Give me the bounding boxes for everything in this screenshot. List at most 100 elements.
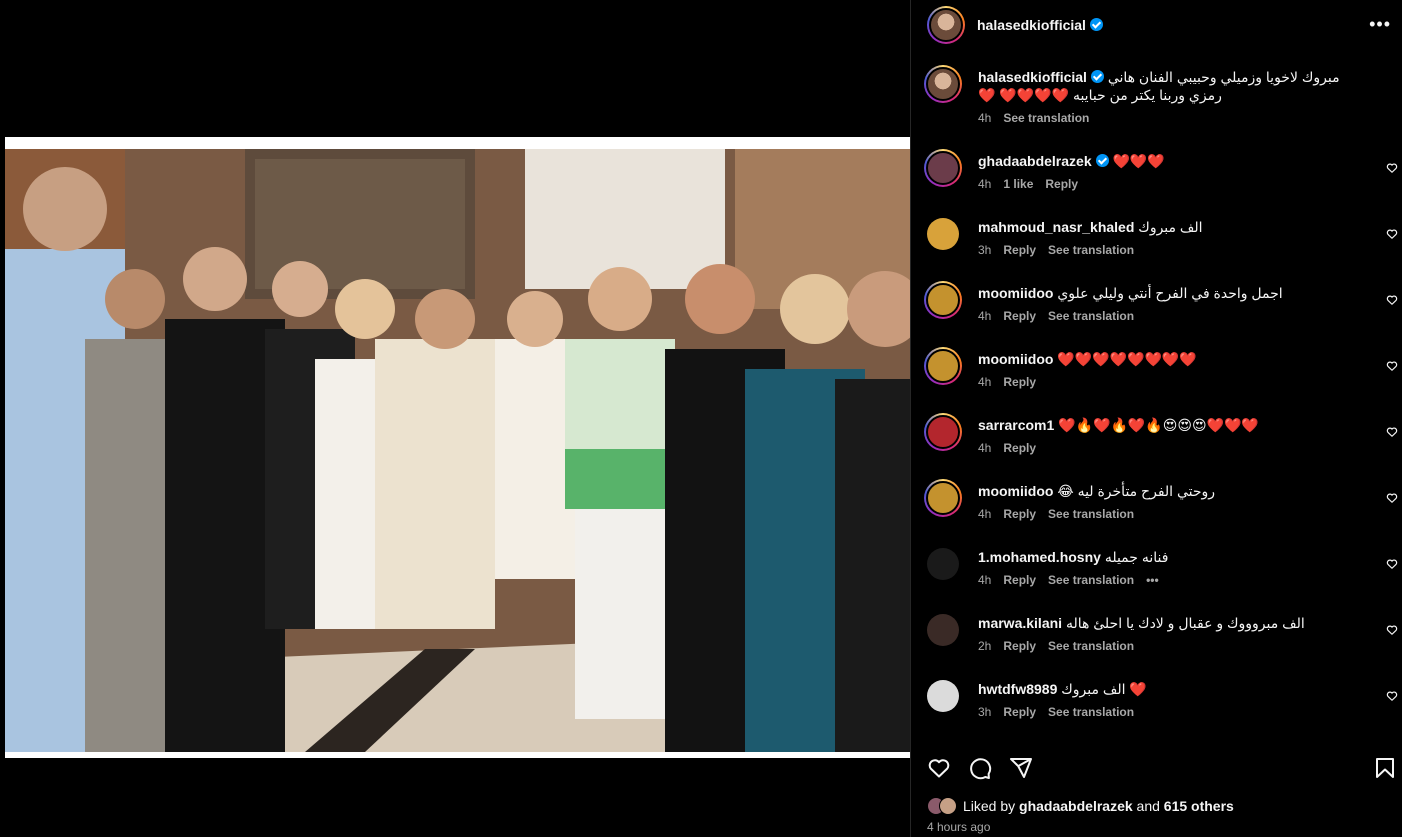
- comment-time: 2h: [978, 639, 992, 653]
- author-username[interactable]: halasedkiofficial: [977, 17, 1103, 33]
- see-translation-button[interactable]: See translation: [1048, 705, 1134, 719]
- comment-username[interactable]: mahmoud_nasr_khaled: [978, 219, 1134, 235]
- see-translation-button[interactable]: See translation: [1048, 243, 1134, 257]
- comment-avatar[interactable]: [927, 614, 959, 646]
- comment-avatar[interactable]: [924, 281, 962, 319]
- likes-text[interactable]: Liked by ghadaabdelrazek and 615 others: [963, 798, 1234, 814]
- comment-time: 4h: [978, 441, 992, 455]
- more-options-icon[interactable]: •••: [1369, 14, 1391, 35]
- post-photo[interactable]: [5, 149, 910, 752]
- comment-username[interactable]: 1.mohamed.hosny: [978, 549, 1101, 565]
- comment-body: الف مبروووك و عقبال و لادك يا احلئ هاله: [1065, 615, 1305, 631]
- comment-body: الف مبروك: [1138, 219, 1203, 235]
- comment-like-heart-icon[interactable]: [1386, 228, 1398, 240]
- comment-time: 4h: [978, 309, 992, 323]
- post-photo-frame: [5, 137, 910, 758]
- comment-like-heart-icon[interactable]: [1386, 360, 1398, 372]
- comment-likes[interactable]: 1 like: [1003, 177, 1033, 191]
- reply-button[interactable]: Reply: [1003, 705, 1036, 719]
- comment-avatar-image: [926, 415, 960, 449]
- comment-time: 4h: [978, 573, 992, 587]
- reply-button[interactable]: Reply: [1003, 441, 1036, 455]
- comment-text: moomiidoo اجمل واحدة في الفرح أنتي وليلي…: [978, 284, 1373, 302]
- see-translation-button[interactable]: See translation: [1048, 639, 1134, 653]
- comment-body: ❤️ الف مبروك: [1061, 681, 1147, 697]
- reply-button[interactable]: Reply: [1003, 375, 1036, 389]
- comment-username[interactable]: sarrarcom1: [978, 417, 1054, 433]
- comment-like-heart-icon[interactable]: [1386, 426, 1398, 438]
- see-translation-button[interactable]: See translation: [1048, 507, 1134, 521]
- comment-avatar[interactable]: [927, 680, 959, 712]
- reply-button[interactable]: Reply: [1003, 507, 1036, 521]
- reply-button[interactable]: Reply: [1003, 243, 1036, 257]
- liker-avatar: [939, 797, 957, 815]
- comment-username[interactable]: moomiidoo: [978, 351, 1053, 367]
- action-bar: [911, 748, 1402, 788]
- caption-meta: 4h See translation: [978, 111, 1373, 125]
- comment-time: 3h: [978, 243, 992, 257]
- reply-button[interactable]: Reply: [1045, 177, 1078, 191]
- comment-username[interactable]: marwa.kilani: [978, 615, 1062, 631]
- comment-username[interactable]: moomiidoo: [978, 483, 1053, 499]
- verified-badge-icon: [1090, 70, 1104, 83]
- comment-meta: 2h Reply See translation: [978, 639, 1373, 653]
- comment-body: روحتي الفرح متأخرة ليه 😂: [1057, 483, 1216, 499]
- comment-meta: 3h Reply See translation: [978, 243, 1373, 257]
- comment-icon[interactable]: [968, 756, 992, 780]
- comment-avatar[interactable]: [924, 479, 962, 517]
- media-area: [0, 0, 910, 837]
- comment-time: 3h: [978, 705, 992, 719]
- caption-time: 4h: [978, 111, 992, 125]
- comment-text: mahmoud_nasr_khaled الف مبروك: [978, 218, 1373, 236]
- comment-avatar[interactable]: [924, 347, 962, 385]
- comment-like-heart-icon[interactable]: [1386, 690, 1398, 702]
- comment-text: moomiidoo ❤️❤️❤️❤️❤️❤️❤️❤️: [978, 350, 1373, 368]
- caption-username[interactable]: halasedkiofficial: [978, 69, 1087, 85]
- share-icon[interactable]: [1009, 756, 1033, 780]
- comment-text: 1.mohamed.hosny فنانه جميله: [978, 548, 1373, 566]
- reply-button[interactable]: Reply: [1003, 573, 1036, 587]
- comment-like-heart-icon[interactable]: [1386, 558, 1398, 570]
- comment-time: 4h: [978, 375, 992, 389]
- comment-avatar[interactable]: [924, 413, 962, 451]
- see-translation-button[interactable]: See translation: [1003, 111, 1089, 125]
- caption-text: halasedkiofficial مبروك لاخويا وزميلي وح…: [978, 68, 1373, 104]
- comment-body: ❤️❤️❤️❤️❤️❤️❤️❤️: [1057, 351, 1197, 367]
- author-avatar[interactable]: [927, 6, 965, 44]
- comment-avatar-image: [926, 283, 960, 317]
- post-panel: halasedkiofficial ••• halasedkiofficial …: [910, 0, 1402, 837]
- bookmark-icon[interactable]: [1373, 756, 1397, 780]
- comment-avatar-image: [926, 151, 960, 185]
- likes-summary: Liked by ghadaabdelrazek and 615 others: [927, 797, 1234, 815]
- comment-more-options-icon[interactable]: •••: [1146, 573, 1159, 587]
- comment-like-heart-icon[interactable]: [1386, 162, 1398, 174]
- comment-meta: 3h Reply See translation: [978, 705, 1373, 719]
- comment-time: 4h: [978, 177, 992, 191]
- comment-like-heart-icon[interactable]: [1386, 294, 1398, 306]
- comment-username[interactable]: ghadaabdelrazek: [978, 153, 1092, 169]
- comment-body: ❤️🔥❤️🔥❤️🔥😍😍😍❤️❤️❤️: [1058, 417, 1259, 433]
- heart-icon[interactable]: [927, 756, 951, 780]
- likes-user[interactable]: ghadaabdelrazek: [1019, 798, 1133, 814]
- comment-username[interactable]: hwtdfw8989: [978, 681, 1057, 697]
- post-timestamp: 4 hours ago: [927, 820, 991, 834]
- comment-meta: 4h Reply See translation: [978, 507, 1373, 521]
- comment-avatar[interactable]: [927, 548, 959, 580]
- comment-meta: 4h 1 like Reply: [978, 177, 1373, 191]
- caption-avatar[interactable]: [924, 65, 962, 103]
- see-translation-button[interactable]: See translation: [1048, 309, 1134, 323]
- comment-username[interactable]: moomiidoo: [978, 285, 1053, 301]
- comment-text: ghadaabdelrazek ❤️❤️❤️: [978, 152, 1373, 170]
- comment-like-heart-icon[interactable]: [1386, 492, 1398, 504]
- comment-text: hwtdfw8989 ❤️ الف مبروك: [978, 680, 1373, 698]
- comment-avatar[interactable]: [924, 149, 962, 187]
- reply-button[interactable]: Reply: [1003, 639, 1036, 653]
- likes-others[interactable]: 615 others: [1164, 798, 1234, 814]
- reply-button[interactable]: Reply: [1003, 309, 1036, 323]
- comment-meta: 4h Reply: [978, 375, 1373, 389]
- comment-body: اجمل واحدة في الفرح أنتي وليلي علوي: [1057, 285, 1283, 301]
- comment-meta: 4h Reply: [978, 441, 1373, 455]
- see-translation-button[interactable]: See translation: [1048, 573, 1134, 587]
- comment-avatar[interactable]: [927, 218, 959, 250]
- comment-like-heart-icon[interactable]: [1386, 624, 1398, 636]
